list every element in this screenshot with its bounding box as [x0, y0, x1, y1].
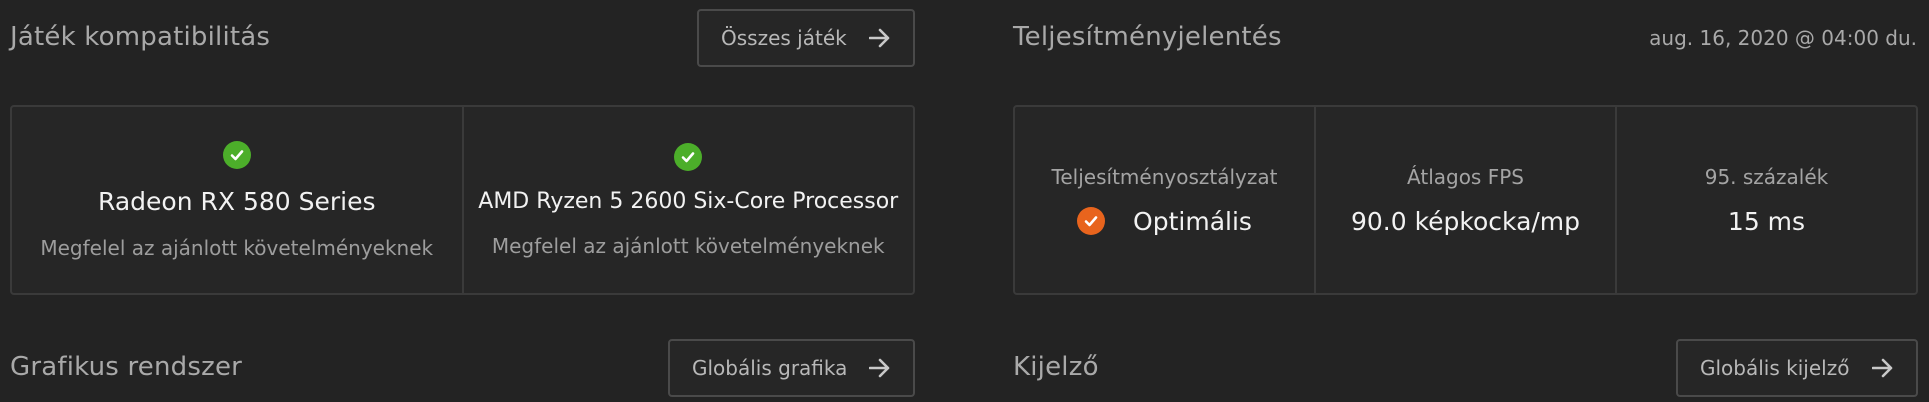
metric-rating: Teljesítményosztályzat Optimális: [1015, 107, 1314, 293]
graphics-title: Grafikus rendszer: [10, 352, 243, 382]
display-title: Kijelző: [1013, 352, 1099, 382]
metric-value: 15 ms: [1727, 206, 1806, 236]
metric-95th-percentile: 95. százalék 15 ms: [1615, 107, 1916, 293]
global-graphics-button-label: Globális grafika: [692, 356, 848, 380]
performance-title: Teljesítményjelentés: [1013, 22, 1282, 52]
compatibility-card: Radeon RX 580 Series Megfelel az ajánlot…: [10, 105, 915, 295]
check-icon: [674, 142, 703, 171]
compat-item-name: Radeon RX 580 Series: [98, 186, 376, 216]
rating-text: Optimális: [1133, 206, 1252, 236]
all-games-button-label: Összes játék: [721, 26, 847, 50]
compat-item-status: Megfelel az ajánlott követelményeknek: [40, 235, 434, 260]
global-display-button-label: Globális kijelző: [1700, 356, 1850, 380]
global-display-button[interactable]: Globális kijelző: [1676, 339, 1918, 397]
metric-label: 95. százalék: [1704, 164, 1829, 189]
metric-avg-fps: Átlagos FPS 90.0 képkocka/mp: [1314, 107, 1615, 293]
metric-value: 90.0 képkocka/mp: [1350, 206, 1581, 236]
all-games-button[interactable]: Összes játék: [697, 9, 915, 67]
compat-item-cpu: AMD Ryzen 5 2600 Six-Core Processor Megf…: [461, 107, 914, 293]
compat-item-status: Megfelel az ajánlott követelményeknek: [491, 233, 885, 258]
compatibility-title: Játék kompatibilitás: [10, 22, 271, 52]
report-timestamp: aug. 16, 2020 @ 04:00 du.: [1649, 26, 1917, 50]
arrow-right-icon: [1870, 355, 1896, 381]
compat-item-name: AMD Ryzen 5 2600 Six-Core Processor: [478, 188, 899, 214]
arrow-right-icon: [867, 355, 893, 381]
arrow-right-icon: [867, 25, 893, 51]
check-icon: [1077, 207, 1106, 235]
metric-label: Átlagos FPS: [1407, 164, 1524, 189]
global-graphics-button[interactable]: Globális grafika: [668, 339, 915, 397]
metric-label: Teljesítményosztályzat: [1051, 164, 1278, 189]
compat-item-gpu: Radeon RX 580 Series Megfelel az ajánlot…: [12, 107, 462, 293]
check-icon: [222, 140, 251, 169]
performance-card: Teljesítményosztályzat Optimális Átlagos…: [1013, 105, 1918, 295]
metric-value: Optimális: [1077, 207, 1252, 236]
